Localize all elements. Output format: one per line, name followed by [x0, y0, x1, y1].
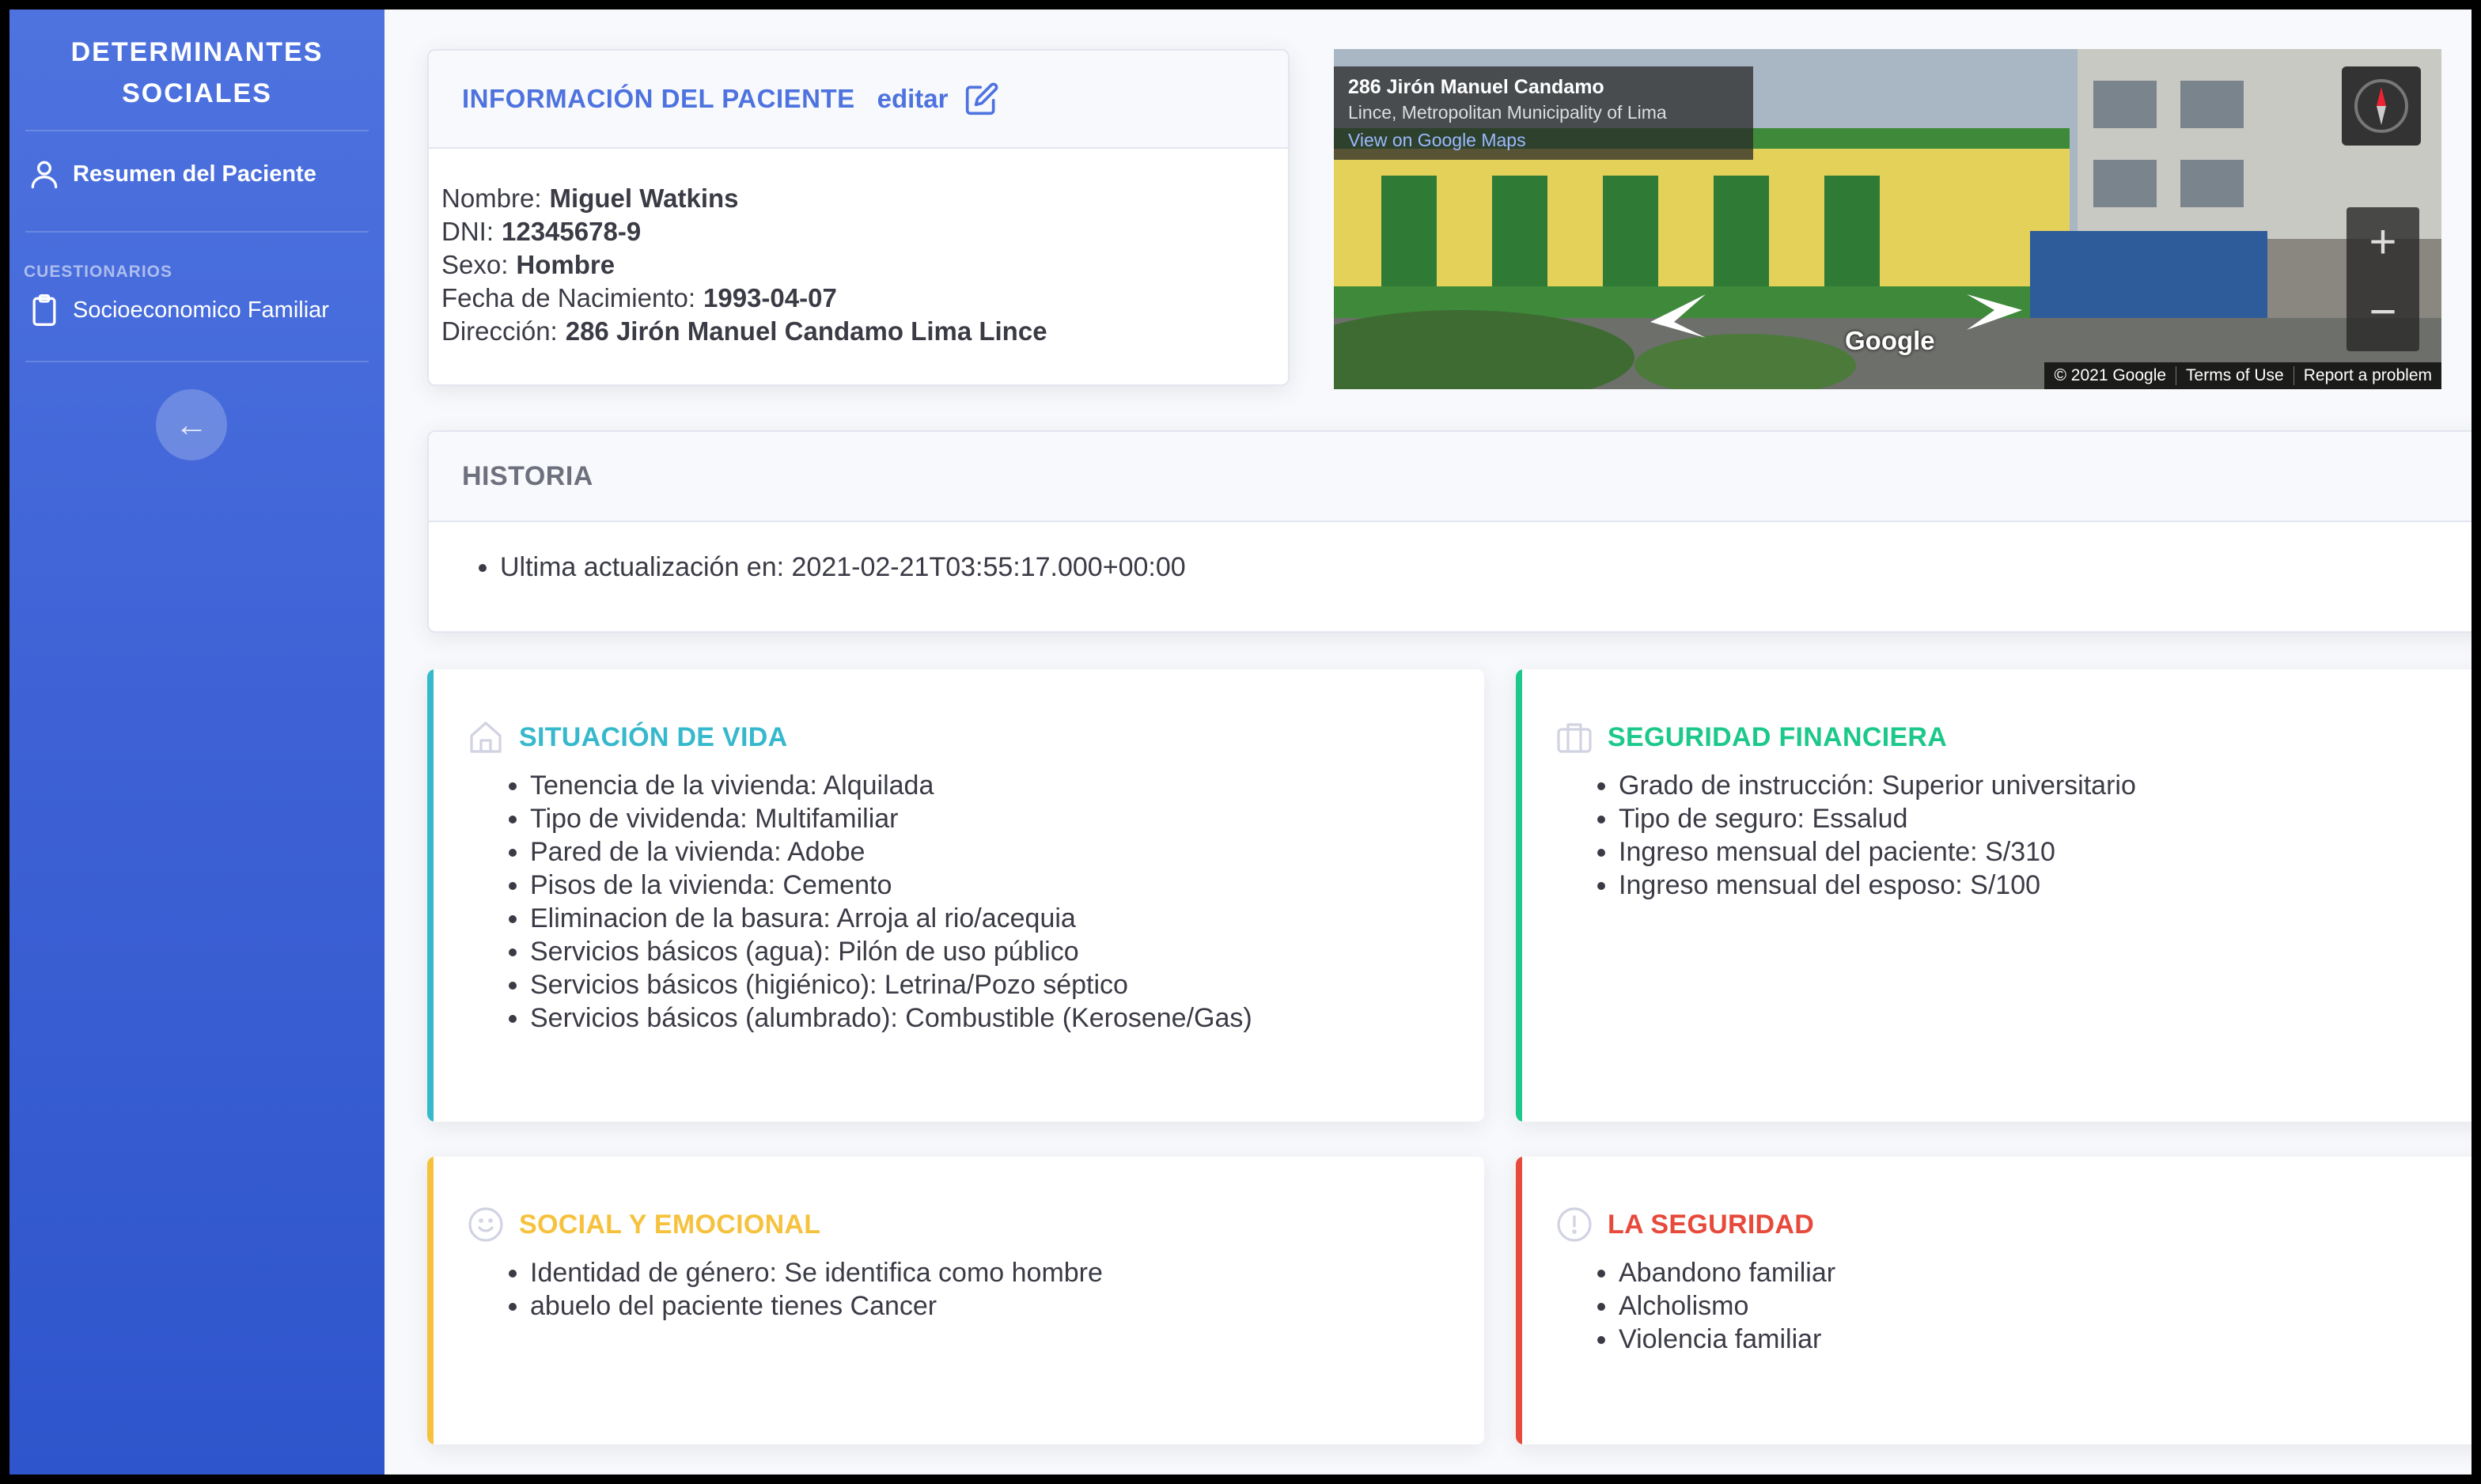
field-value: 286 Jirón Manuel Candamo Lima Lince	[565, 316, 1047, 346]
field-label: Fecha de Nacimiento:	[441, 283, 695, 312]
app-window: DETERMINANTES SOCIALES Resumen del Pacie…	[9, 9, 2472, 1475]
sidebar-item-socioeconomico[interactable]: Socioeconomico Familiar	[27, 293, 329, 327]
map-footer: © 2021 Google Terms of Use Report a prob…	[2044, 362, 2441, 389]
brand-line-1: DETERMINANTES	[70, 37, 324, 67]
card-header: SOCIAL Y EMOCIONAL	[467, 1206, 820, 1244]
list-item: Servicios básicos (higiénico): Letrina/P…	[530, 968, 1252, 1001]
social-emocional-card: SOCIAL Y EMOCIONAL Identidad de género: …	[427, 1157, 1484, 1444]
smile-icon	[468, 1207, 503, 1242]
list-item: Tipo de vividenda: Multifamiliar	[530, 802, 1252, 835]
card-title: SOCIAL Y EMOCIONAL	[519, 1209, 821, 1240]
situacion-vida-card: SITUACIÓN DE VIDA Tenencia de la viviend…	[427, 669, 1484, 1122]
list-item: Ingreso mensual del paciente: S/310	[1619, 835, 2136, 869]
sidebar-divider	[25, 231, 369, 233]
card-title: SEGURIDAD FINANCIERA	[1608, 721, 1948, 752]
card-item-list: Identidad de género: Se identifica como …	[530, 1256, 1103, 1323]
history-entry: Ultima actualización en: 2021-02-21T03:5…	[500, 552, 2472, 583]
sidebar-divider	[25, 130, 369, 131]
field-value: 1993-04-07	[703, 283, 837, 312]
zoom-out-button[interactable]: −	[2347, 277, 2419, 346]
history-list: Ultima actualización en: 2021-02-21T03:5…	[429, 522, 2472, 583]
field-value: Hombre	[516, 250, 616, 279]
view-on-google-maps-link[interactable]: View on Google Maps	[1348, 130, 1739, 151]
history-card: HISTORIA Ultima actualización en: 2021-0…	[427, 430, 2472, 633]
map-report-link[interactable]: Report a problem	[2293, 366, 2441, 385]
map-address-panel: 286 Jirón Manuel Candamo Lince, Metropol…	[1334, 66, 1753, 160]
card-title: SITUACIÓN DE VIDA	[519, 721, 788, 752]
list-item: Servicios básicos (alumbrado): Combustib…	[530, 1001, 1252, 1035]
patient-field-address: Dirección: 286 Jirón Manuel Candamo Lima …	[441, 315, 1288, 348]
list-item: Pisos de la vivienda: Cemento	[530, 869, 1252, 902]
card-item-list: Grado de instrucción: Superior universit…	[1619, 769, 2136, 902]
map-address: 286 Jirón Manuel Candamo	[1348, 76, 1604, 98]
seguridad-financiera-card: SEGURIDAD FINANCIERA Grado de instrucció…	[1516, 669, 2472, 1122]
list-item: Violencia familiar	[1619, 1323, 1835, 1356]
map-locality: Lince, Metropolitan Municipality of Lima	[1348, 102, 1667, 123]
street-view-map[interactable]: 286 Jirón Manuel Candamo Lince, Metropol…	[1334, 49, 2441, 389]
alert-circle-icon	[1557, 1207, 1592, 1242]
patient-card-title: INFORMACIÓN DEL PACIENTE	[462, 84, 855, 113]
clipboard-icon	[32, 294, 56, 326]
map-terms-link[interactable]: Terms of Use	[2176, 366, 2294, 385]
brand-line-2: SOCIALES	[122, 78, 272, 108]
history-title: HISTORIA	[462, 460, 593, 491]
list-item: abuelo del paciente tienes Cancer	[530, 1289, 1103, 1323]
card-item-list: Tenencia de la vivienda: Alquilada Tipo …	[530, 769, 1252, 1035]
list-item: Ingreso mensual del esposo: S/100	[1619, 869, 2136, 902]
field-label: Sexo:	[441, 250, 509, 279]
zoom-in-button[interactable]: +	[2347, 207, 2419, 277]
google-logo: Google	[1845, 326, 1935, 355]
sidebar-brand[interactable]: DETERMINANTES SOCIALES	[9, 32, 384, 114]
briefcase-icon	[1557, 723, 1592, 753]
list-item: Identidad de género: Se identifica como …	[530, 1256, 1103, 1289]
card-header: SEGURIDAD FINANCIERA	[1555, 718, 1947, 756]
card-item-list: Abandono familiar Alcholismo Violencia f…	[1619, 1256, 1835, 1356]
user-icon	[31, 161, 58, 189]
sidebar-item-label: Resumen del Paciente	[73, 161, 316, 187]
edit-label: editar	[877, 84, 949, 113]
patient-field-sex: Sexo: Hombre	[441, 248, 1288, 282]
card-header: LA SEGURIDAD	[1555, 1206, 1814, 1244]
field-value: 12345678-9	[502, 217, 642, 246]
sidebar-item-resumen[interactable]: Resumen del Paciente	[27, 157, 316, 191]
field-label: Dirección:	[441, 316, 558, 346]
list-item: Abandono familiar	[1619, 1256, 1835, 1289]
la-seguridad-card: LA SEGURIDAD Abandono familiar Alcholism…	[1516, 1157, 2472, 1444]
edit-patient-button[interactable]: editar	[877, 81, 999, 116]
sidebar-toggle-button[interactable]: ←	[156, 389, 227, 460]
arrow-left-icon: ←	[175, 406, 208, 443]
sidebar-divider	[25, 361, 369, 362]
sidebar: DETERMINANTES SOCIALES Resumen del Pacie…	[9, 9, 384, 1475]
field-label: Nombre:	[441, 184, 542, 213]
field-value: Miguel Watkins	[549, 184, 739, 213]
list-item: Eliminacion de la basura: Arroja al rio/…	[530, 902, 1252, 935]
sidebar-item-label: Socioeconomico Familiar	[73, 297, 329, 323]
compass-icon[interactable]	[2342, 66, 2421, 146]
list-item: Grado de instrucción: Superior universit…	[1619, 769, 2136, 802]
patient-field-name: Nombre: Miguel Watkins	[441, 182, 1288, 215]
home-icon	[470, 721, 502, 753]
patient-card-header: INFORMACIÓN DEL PACIENTE editar	[429, 51, 1288, 149]
sidebar-heading: CUESTIONARIOS	[24, 263, 173, 281]
card-title: LA SEGURIDAD	[1608, 1209, 1815, 1240]
card-header: SITUACIÓN DE VIDA	[467, 718, 787, 756]
list-item: Servicios básicos (agua): Pilón de uso p…	[530, 935, 1252, 968]
list-item: Pared de la vivienda: Adobe	[530, 835, 1252, 869]
patient-details: Nombre: Miguel Watkins DNI: 12345678-9 Sex…	[429, 149, 1288, 348]
history-card-header: HISTORIA	[429, 432, 2472, 522]
map-zoom-controls: + −	[2347, 207, 2419, 351]
patient-info-card: INFORMACIÓN DEL PACIENTE editar Nombre: M…	[427, 49, 1290, 386]
patient-field-dni: DNI: 12345678-9	[441, 215, 1288, 248]
compass-needle-icon	[2354, 79, 2408, 133]
list-item: Alcholismo	[1619, 1289, 1835, 1323]
patient-field-birthdate: Fecha de Nacimiento: 1993-04-07	[441, 282, 1288, 315]
list-item: Tenencia de la vivienda: Alquilada	[530, 769, 1252, 802]
list-item: Tipo de seguro: Essalud	[1619, 802, 2136, 835]
field-label: DNI:	[441, 217, 494, 246]
map-copyright: © 2021 Google	[2054, 366, 2167, 384]
edit-icon	[965, 82, 998, 115]
